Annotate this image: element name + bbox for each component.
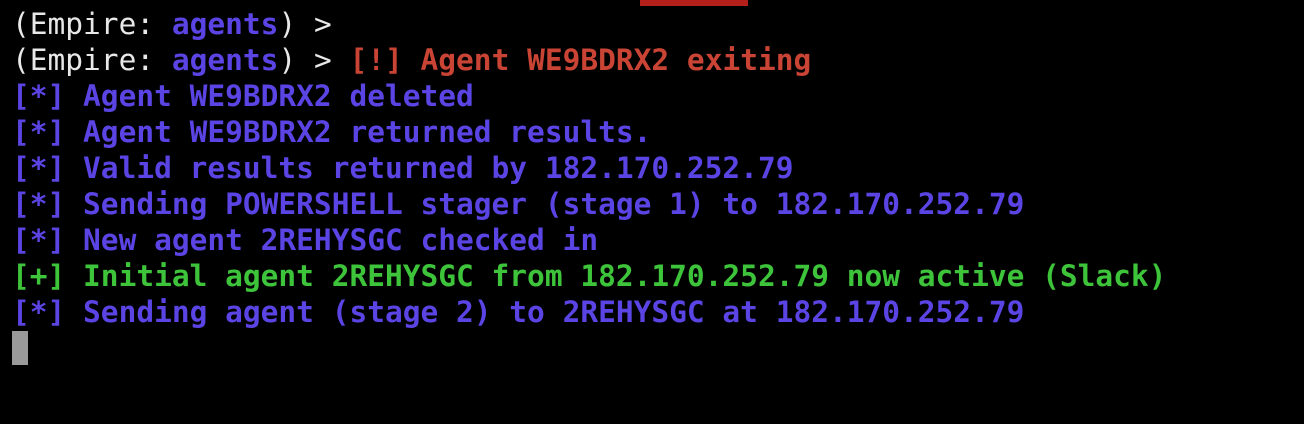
info-line: [*] Sending agent (stage 2) to 2REHYSGC …	[12, 295, 1025, 329]
success-line: [+] Initial agent 2REHYSGC from 182.170.…	[12, 259, 1167, 293]
prompt-close: ) >	[278, 43, 350, 77]
info-line: [*] Agent WE9BDRX2 deleted	[12, 79, 474, 113]
prompt-context: agents	[171, 7, 279, 41]
prompt-line: (Empire: agents) > [!] Agent WE9BDRX2 ex…	[12, 42, 1304, 78]
terminal-output[interactable]: (Empire: agents) > (Empire: agents) > [!…	[12, 6, 1304, 366]
prompt-close: ) >	[278, 7, 350, 41]
prompt-context: agents	[171, 43, 279, 77]
prompt-open: (Empire:	[12, 7, 172, 41]
prompt-line: (Empire: agents) >	[12, 6, 1304, 42]
prompt-open: (Empire:	[12, 43, 172, 77]
error-message: [!] Agent WE9BDRX2 exiting	[349, 43, 812, 77]
info-line: [*] Valid results returned by 182.170.25…	[12, 151, 794, 185]
info-line: [*] Sending POWERSHELL stager (stage 1) …	[12, 187, 1025, 221]
terminal-cursor	[12, 331, 28, 365]
cursor-line[interactable]	[12, 330, 1304, 366]
info-line: [*] Agent WE9BDRX2 returned results.	[12, 115, 652, 149]
info-line: [*] New agent 2REHYSGC checked in	[12, 223, 599, 257]
